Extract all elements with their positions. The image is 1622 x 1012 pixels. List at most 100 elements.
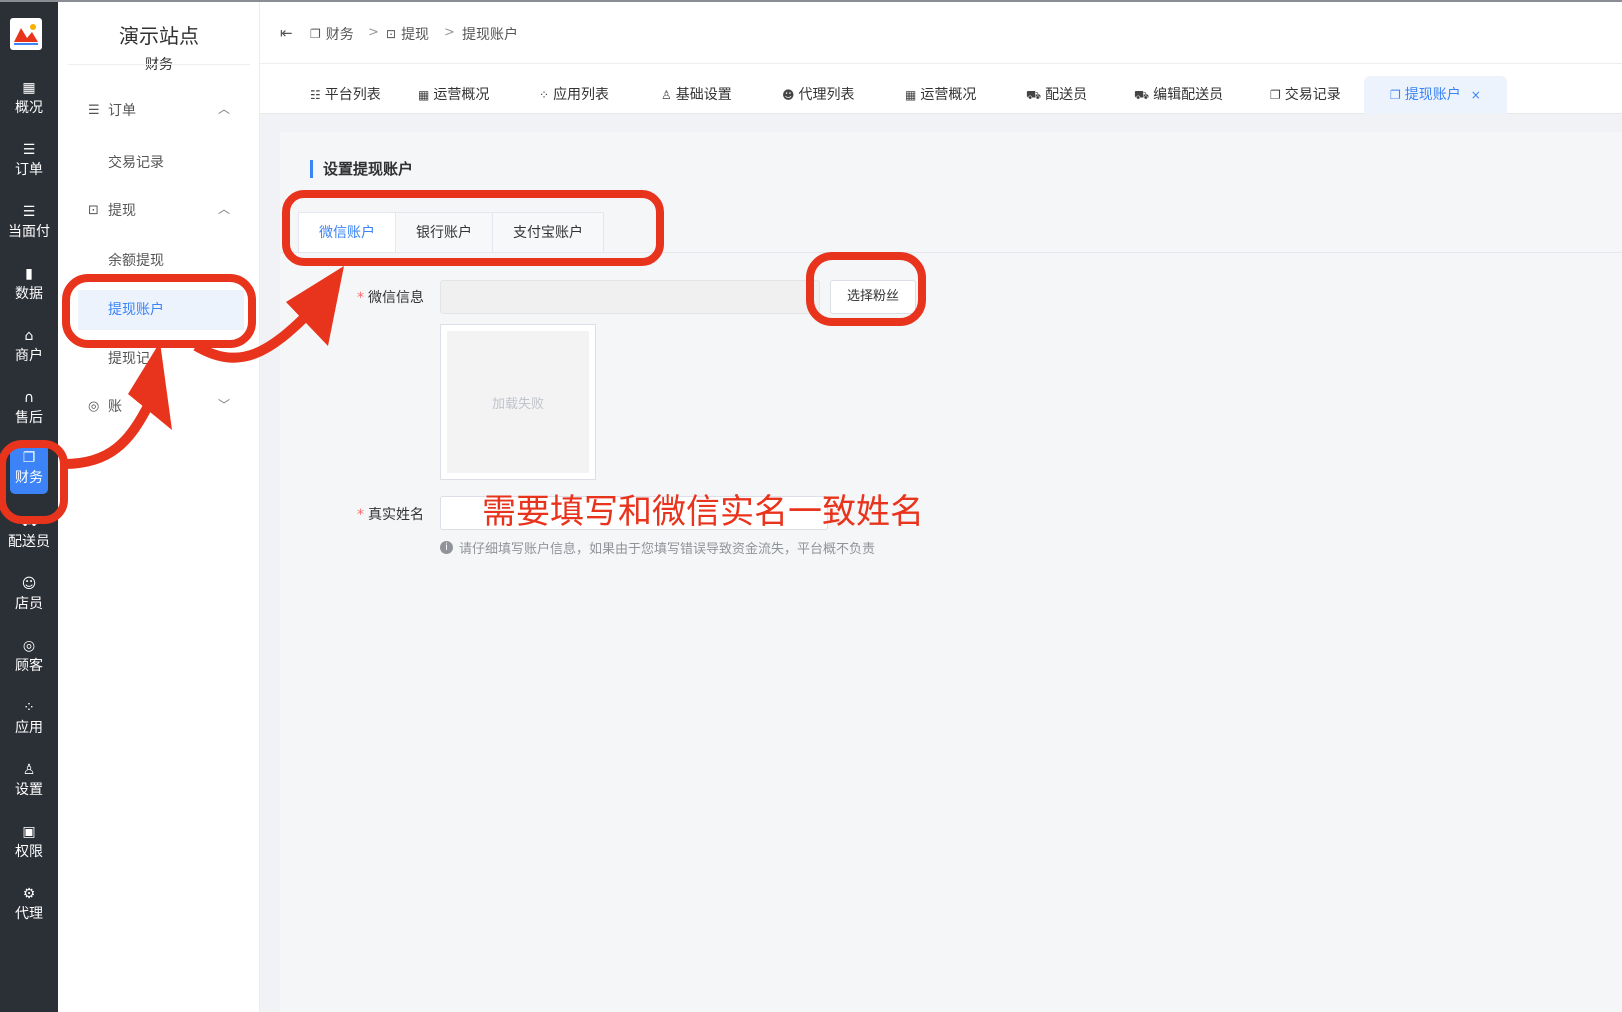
tab-label: 基础设置 [675, 87, 732, 103]
breadcrumb-label: 提现账户 [462, 27, 518, 43]
image-load-failed: 加载失败 [447, 331, 589, 473]
copy-icon: ❐ [1390, 88, 1401, 102]
rail-item-aftersale[interactable]: ∩ 售后 [0, 378, 58, 438]
rail-item-staff[interactable]: ☺ 店员 [0, 564, 58, 624]
tab-basic-settings[interactable]: ♙ 基础设置 [661, 76, 732, 114]
chevron-up-icon[interactable]: ︿ [218, 100, 230, 117]
bar-chart-icon: ▮ [25, 265, 33, 282]
account-type-tabs: 微信账户 银行账户 支付宝账户 [298, 212, 604, 253]
withdraw-icon: ⊡ [88, 202, 99, 218]
menu-group-withdraw[interactable]: ⊡ 提现 [88, 200, 136, 220]
logo-icon [12, 22, 40, 46]
rail-item-finance[interactable]: ❐ 财务 [0, 438, 58, 498]
lock-icon: ▣ [22, 823, 36, 840]
user-circle-icon: ◎ [88, 398, 100, 414]
sub-menu: 演示站点 财务 ☰ 订单 ︿ 交易记录 ⊡ 提现 ︿ 余额提现 提现账户 提现记 ◎… [58, 2, 260, 1012]
tab-agent-list[interactable]: ☻ 代理列表 [782, 76, 855, 114]
rail-item-orders[interactable]: ☰ 订单 [0, 130, 58, 190]
menu-group-label: 提现 [108, 203, 136, 219]
apps-icon: ⁘ [23, 699, 35, 716]
main-rail: ▦ 概况 ☰ 订单 ☰ 当面付 ▮ 数据 ⌂ 商户 ∩ 售后 ❐ 财务 ⛟ 配送员 ☺ 店员 ◎ 顾… [0, 2, 58, 1012]
tab-app-list[interactable]: ⁘ 应用列表 [539, 76, 609, 114]
chevron-down-icon[interactable]: ﹀ [218, 396, 230, 413]
withdraw-icon: ⊡ [386, 27, 397, 41]
select-fans-button[interactable]: 选择粉丝 [830, 280, 916, 314]
breadcrumb-withdraw[interactable]: ⊡ 提现 [386, 24, 429, 44]
menu-group-orders[interactable]: ☰ 订单 [88, 100, 136, 120]
dashboard-icon: ▦ [418, 88, 430, 102]
truck-icon: ⛟ [20, 513, 38, 530]
chevron-up-icon[interactable]: ︿ [218, 200, 230, 217]
user-circle-icon: ◎ [22, 637, 36, 654]
menu-group-label: 账 [108, 399, 122, 415]
list-icon: ☰ [88, 102, 100, 118]
tab-label: 交易记录 [1284, 87, 1341, 103]
breadcrumb-label: 财务 [325, 27, 354, 43]
app-logo[interactable] [10, 18, 42, 50]
rail-item-data[interactable]: ▮ 数据 [0, 254, 58, 314]
rail-item-overview[interactable]: ▦ 概况 [0, 68, 58, 128]
rail-item-settings[interactable]: ♙ 设置 [0, 750, 58, 810]
truck-icon: ⛟ [1026, 88, 1042, 102]
rail-item-apps[interactable]: ⁘ 应用 [0, 688, 58, 748]
tab-operation-overview[interactable]: ▦ 运营概况 [418, 76, 489, 114]
tab-bank-account[interactable]: 银行账户 [396, 212, 493, 252]
menu-item-trade-record[interactable]: 交易记录 [108, 152, 164, 172]
page-tabs: ☷ 平台列表 ▦ 运营概况 ⁘ 应用列表 ♙ 基础设置 ☻ 代理列表 ▦ 运营概况 ⛟ 配送员… [260, 64, 1622, 114]
tab-label: 平台列表 [324, 87, 381, 103]
wechat-info-label: * 微信信息 [324, 287, 424, 307]
tab-edit-courier[interactable]: ⛟ 编辑配送员 [1134, 76, 1223, 114]
label-text: 微信信息 [368, 290, 424, 306]
tab-label: 代理列表 [798, 87, 855, 103]
tab-withdraw-account[interactable]: ❐ 提现账户 × [1364, 76, 1507, 114]
rail-item-customer[interactable]: ◎ 顾客 [0, 626, 58, 686]
tab-platform-list[interactable]: ☷ 平台列表 [310, 76, 381, 114]
truck-icon: ⛟ [1134, 88, 1150, 102]
copy-icon: ❐ [22, 449, 36, 466]
tab-label: 编辑配送员 [1153, 87, 1224, 103]
tab-label: 应用列表 [553, 87, 610, 103]
breadcrumb-finance[interactable]: ❐ 财务 [310, 24, 354, 44]
required-mark: * [357, 507, 364, 523]
menu-item-balance-withdraw[interactable]: 余额提现 [108, 250, 164, 270]
users-icon: ☻ [782, 88, 795, 102]
menu-group-label: 订单 [108, 103, 136, 119]
user-gear-icon: ♙ [22, 761, 36, 778]
tab-operation-overview-2[interactable]: ▦ 运营概况 [905, 76, 976, 114]
list-icon: ☷ [310, 88, 321, 102]
close-icon[interactable]: × [1471, 88, 1481, 102]
shop-icon: ⌂ [24, 327, 34, 344]
rail-item-merchant[interactable]: ⌂ 商户 [0, 316, 58, 376]
tab-wechat-account[interactable]: 微信账户 [298, 212, 396, 252]
breadcrumb-separator: > [368, 25, 379, 40]
menu-group-account[interactable]: ◎ 账 [88, 396, 122, 416]
copy-icon: ❐ [310, 27, 321, 41]
menu-item-withdraw-record[interactable]: 提现记 [108, 348, 150, 368]
breadcrumb-separator: > [444, 25, 455, 40]
dashboard-icon: ▦ [905, 88, 917, 102]
breadcrumb-withdraw-account: 提现账户 [462, 24, 518, 44]
users-icon: ☺ [21, 575, 37, 592]
main-content: 设置提现账户 微信账户 银行账户 支付宝账户 * 微信信息 选择粉丝 加载失败 *… [260, 114, 1622, 1012]
annotation-text: 需要填写和微信实名一致姓名 [482, 492, 924, 532]
collapse-menu-icon[interactable]: ⇤ [280, 24, 293, 42]
list-icon: ☰ [22, 203, 36, 220]
tab-courier[interactable]: ⛟ 配送员 [1026, 76, 1087, 114]
info-icon: i [440, 541, 453, 554]
hint-text: 请仔细填写账户信息，如果由于您填写错误导致资金流失，平台概不负责 [459, 542, 876, 557]
tab-trade-record[interactable]: ❐ 交易记录 [1270, 76, 1341, 114]
apps-icon: ⁘ [539, 88, 550, 102]
tab-label: 运营概况 [433, 87, 490, 103]
wechat-info-field[interactable] [440, 280, 820, 314]
rail-item-facepay[interactable]: ☰ 当面付 [0, 192, 58, 252]
rail-item-permission[interactable]: ▣ 权限 [0, 812, 58, 872]
rail-item-finance-highlight: ❐ 财务 [10, 442, 48, 494]
user-gear-icon: ♙ [661, 88, 672, 102]
content-panel: 设置提现账户 微信账户 银行账户 支付宝账户 * 微信信息 选择粉丝 加载失败 *… [280, 132, 1622, 1012]
rail-item-agent[interactable]: ⚙ 代理 [0, 874, 58, 934]
rail-item-courier[interactable]: ⛟ 配送员 [0, 502, 58, 562]
tab-alipay-account[interactable]: 支付宝账户 [493, 212, 604, 252]
section-title: 设置提现账户 [310, 160, 413, 178]
tab-label: 运营概况 [920, 87, 977, 103]
menu-item-withdraw-account[interactable]: 提现账户 [78, 290, 244, 330]
